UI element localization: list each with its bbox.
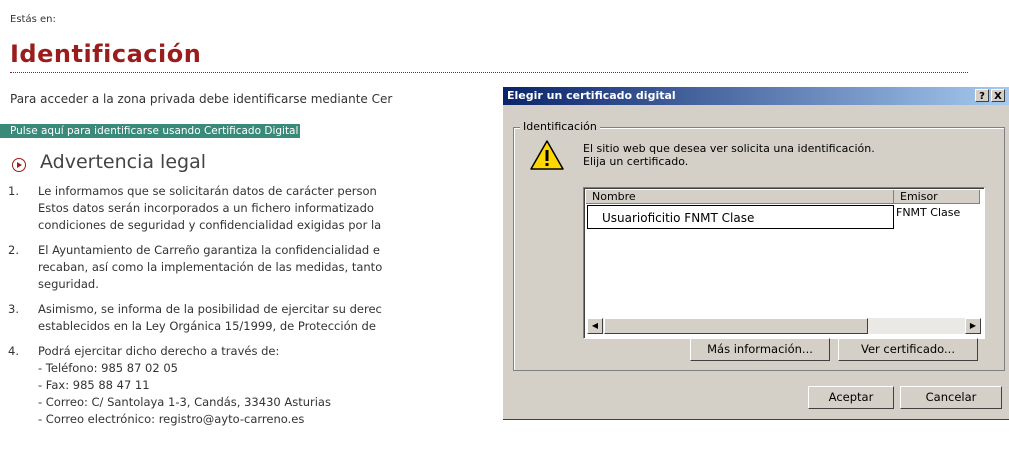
legal-item: 2. El Ayuntamiento de Carreño garantiza … <box>8 242 508 293</box>
item-line: - Fax: 985 88 47 11 <box>38 378 150 392</box>
item-line: establecidos en la Ley Orgánica 15/1999,… <box>38 319 376 333</box>
advertencia-heading: Advertencia legal <box>40 151 207 173</box>
certificate-row-name[interactable]: Usuarioficitio FNMT Clase <box>587 205 894 229</box>
more-info-button[interactable]: Más información... <box>690 338 830 361</box>
help-button[interactable]: ? <box>975 89 989 102</box>
message-line: Elija un certificado. <box>583 155 689 168</box>
breadcrumb: Estás en: <box>10 14 56 25</box>
legal-item: 1. Le informamos que se solicitarán dato… <box>8 183 508 234</box>
certificate-login-link[interactable]: Pulse aquí para identificarse usando Cer… <box>0 124 301 138</box>
certificate-dialog: Elegir un certificado digital ? X Identi… <box>502 86 1009 419</box>
item-line: Asimismo, se informa de la posibilidad d… <box>38 302 382 316</box>
item-line: Estos datos serán incorporados a un fich… <box>38 201 374 215</box>
close-button[interactable]: X <box>991 89 1005 102</box>
warning-icon <box>530 140 564 170</box>
item-number: 3. <box>8 302 19 316</box>
item-line: Podrá ejercitar dicho derecho a través d… <box>38 344 280 358</box>
legal-notice-list: 1. Le informamos que se solicitarán dato… <box>8 183 508 436</box>
cancel-button[interactable]: Cancelar <box>900 386 1002 409</box>
certificate-row-issuer[interactable]: FNMT Clase <box>896 206 960 219</box>
item-number: 1. <box>8 184 19 198</box>
certificate-list[interactable]: Nombre Emisor Usuarioficitio FNMT Clase … <box>583 187 985 339</box>
accept-button[interactable]: Aceptar <box>808 386 894 409</box>
item-line: recaban, así como la implementación de l… <box>38 260 383 274</box>
item-line: Le informamos que se solicitarán datos d… <box>38 184 377 198</box>
horizontal-scrollbar[interactable]: ◀ ▶ <box>587 318 981 334</box>
item-line: El Ayuntamiento de Carreño garantiza la … <box>38 243 380 257</box>
title-divider <box>10 72 968 73</box>
item-line: seguridad. <box>38 277 99 291</box>
item-number: 4. <box>8 344 19 358</box>
message-line: El sitio web que desea ver solicita una … <box>583 142 875 155</box>
scroll-right-icon[interactable]: ▶ <box>965 318 981 334</box>
page-title: Identificación <box>10 40 202 68</box>
item-line: - Teléfono: 985 87 02 05 <box>38 361 178 375</box>
dialog-titlebar[interactable]: Elegir un certificado digital ? X <box>503 87 1009 105</box>
bullet-arrow-icon <box>12 158 26 172</box>
scroll-thumb[interactable] <box>604 318 868 334</box>
intro-text: Para acceder a la zona privada debe iden… <box>10 92 393 106</box>
column-header-nombre[interactable]: Nombre <box>586 190 894 204</box>
column-header-emisor[interactable]: Emisor <box>894 190 980 204</box>
item-line: - Correo: C/ Santolaya 1-3, Candás, 3343… <box>38 395 331 409</box>
legal-item: 4. Podrá ejercitar dicho derecho a travé… <box>8 343 508 428</box>
group-label: Identificación <box>520 120 600 133</box>
item-line: condiciones de seguridad y confidenciali… <box>38 218 382 232</box>
view-certificate-button[interactable]: Ver certificado... <box>838 338 978 361</box>
dialog-message: El sitio web que desea ver solicita una … <box>583 142 875 168</box>
legal-item: 3. Asimismo, se informa de la posibilida… <box>8 301 508 335</box>
scroll-left-icon[interactable]: ◀ <box>587 318 603 334</box>
dialog-title: Elegir un certificado digital <box>507 89 676 102</box>
item-line: - Correo electrónico: registro@ayto-carr… <box>38 412 305 426</box>
item-number: 2. <box>8 243 19 257</box>
